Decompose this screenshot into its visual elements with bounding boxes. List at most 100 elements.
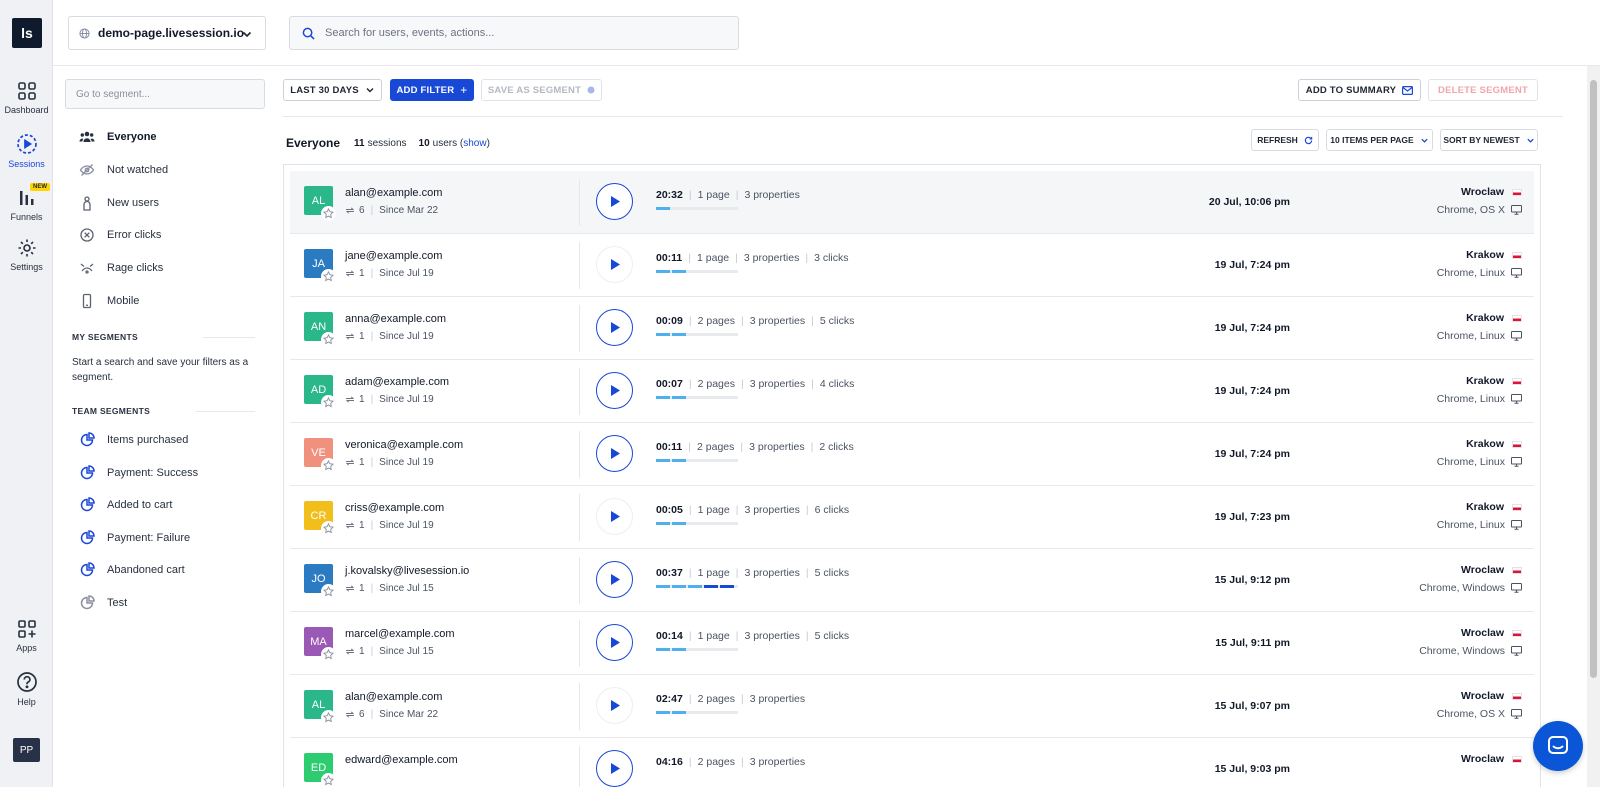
- play-session-button[interactable]: [596, 750, 633, 787]
- team-segment-abandoned-cart[interactable]: Abandoned cart: [79, 560, 185, 580]
- show-users-link[interactable]: show: [463, 138, 486, 149]
- session-properties[interactable]: 3 properties: [744, 252, 799, 264]
- segment-search-input[interactable]: [65, 79, 265, 109]
- search-input[interactable]: [325, 27, 725, 39]
- play-session-button[interactable]: [596, 435, 633, 472]
- add-to-summary-button[interactable]: ADD TO SUMMARY: [1298, 79, 1421, 101]
- play-session-button[interactable]: [596, 498, 633, 535]
- pipe-separator: |: [811, 315, 814, 327]
- session-row[interactable]: MA marcel@example.com 1 | Since Jul 15 00:14 |…: [290, 612, 1534, 675]
- segment-new-users[interactable]: New users: [79, 193, 159, 213]
- app-logo[interactable]: ls: [12, 18, 42, 48]
- user-email[interactable]: marcel@example.com: [345, 628, 455, 640]
- session-properties[interactable]: 3 properties: [744, 504, 799, 516]
- favorite-toggle[interactable]: [321, 395, 336, 410]
- session-properties[interactable]: 3 properties: [744, 567, 799, 579]
- rail-item-funnels[interactable]: NEW Funnels: [0, 183, 53, 222]
- session-properties[interactable]: 3 properties: [750, 756, 805, 768]
- session-row[interactable]: AD adam@example.com 1 | Since Jul 19 00:07 | 2 …: [290, 360, 1534, 423]
- segment-label: Payment: Success: [107, 467, 199, 479]
- favorite-toggle[interactable]: [321, 269, 336, 284]
- per-page-label: 10 ITEMS PER PAGE: [1330, 135, 1414, 145]
- play-session-button[interactable]: [596, 687, 633, 724]
- team-segment-payment-success[interactable]: Payment: Success: [79, 463, 198, 483]
- favorite-toggle[interactable]: [321, 710, 336, 725]
- pipe-separator: |: [740, 441, 744, 453]
- session-properties[interactable]: 3 properties: [750, 315, 805, 327]
- rail-item-sessions[interactable]: Sessions: [0, 133, 53, 169]
- add-filter-button[interactable]: ADD FILTER +: [390, 79, 474, 101]
- sort-label: SORT BY NEWEST: [1443, 135, 1520, 145]
- session-row[interactable]: CR criss@example.com 1 | Since Jul 19 00:05 | 1…: [290, 486, 1534, 549]
- user-email[interactable]: criss@example.com: [345, 502, 444, 514]
- session-clicks: 3 clicks: [814, 252, 849, 264]
- session-row[interactable]: JO j.kovalsky@livesession.io 1 | Since Jul 1…: [290, 549, 1534, 612]
- chat-launcher[interactable]: [1533, 721, 1583, 771]
- save-segment-button[interactable]: SAVE AS SEGMENT: [481, 79, 602, 101]
- site-selector[interactable]: demo-page.livesession.io: [68, 16, 266, 50]
- pipe-separator: |: [735, 567, 739, 579]
- segment-everyone[interactable]: Everyone: [79, 127, 157, 147]
- session-properties[interactable]: 3 properties: [744, 189, 799, 201]
- city-name: Wroclaw: [1461, 690, 1504, 702]
- team-segment-payment-failure[interactable]: Payment: Failure: [79, 528, 190, 548]
- rail-item-help[interactable]: Help: [0, 671, 53, 707]
- scrollbar[interactable]: [1587, 66, 1600, 787]
- session-row[interactable]: JA jane@example.com 1 | Since Jul 19 00:11 | 1 …: [290, 234, 1534, 297]
- user-email[interactable]: j.kovalsky@livesession.io: [345, 565, 469, 577]
- session-row[interactable]: AN anna@example.com 1 | Since Jul 19 00:09 | 2 …: [290, 297, 1534, 360]
- pipe-separator: |: [740, 315, 744, 327]
- play-session-button[interactable]: [596, 183, 633, 220]
- favorite-toggle[interactable]: [321, 647, 336, 662]
- favorite-toggle[interactable]: [321, 458, 336, 473]
- favorite-toggle[interactable]: [321, 584, 336, 599]
- user-email[interactable]: alan@example.com: [345, 187, 442, 199]
- refresh-button[interactable]: REFRESH: [1251, 129, 1319, 151]
- play-session-button[interactable]: [596, 624, 633, 661]
- rail-item-apps[interactable]: Apps: [0, 619, 53, 653]
- team-segment-test[interactable]: Test: [79, 593, 127, 613]
- session-properties[interactable]: 3 properties: [750, 693, 805, 705]
- favorite-toggle[interactable]: [321, 206, 336, 221]
- play-session-button[interactable]: [596, 309, 633, 346]
- session-properties[interactable]: 3 properties: [750, 378, 805, 390]
- favorite-toggle[interactable]: [321, 332, 336, 347]
- session-row[interactable]: ED edward@example.com 04:16 | 2 pages | 3 prop…: [290, 738, 1534, 787]
- play-icon: [610, 322, 620, 333]
- scrollbar-thumb[interactable]: [1590, 80, 1597, 678]
- user-email[interactable]: alan@example.com: [345, 691, 442, 703]
- error-icon: [80, 228, 94, 242]
- rail-item-dashboard[interactable]: Dashboard: [0, 81, 53, 115]
- user-email[interactable]: anna@example.com: [345, 313, 446, 325]
- play-session-button[interactable]: [596, 372, 633, 409]
- global-search[interactable]: [289, 16, 739, 50]
- favorite-toggle[interactable]: [321, 521, 336, 536]
- session-summary: 00:05 | 1 page | 3 properties | 6 clicks: [656, 504, 849, 516]
- user-email[interactable]: jane@example.com: [345, 250, 442, 262]
- sort-select[interactable]: SORT BY NEWEST: [1440, 129, 1538, 151]
- user-avatar[interactable]: PP: [13, 738, 40, 762]
- segment-error-clicks[interactable]: Error clicks: [79, 225, 161, 245]
- segment-not-watched[interactable]: Not watched: [79, 160, 168, 180]
- team-segment-items-purchased[interactable]: Items purchased: [79, 430, 188, 450]
- session-properties[interactable]: 3 properties: [744, 630, 799, 642]
- user-since: Since Jul 15: [379, 583, 434, 594]
- play-session-button[interactable]: [596, 561, 633, 598]
- visit-count: 1: [359, 394, 365, 405]
- user-email[interactable]: adam@example.com: [345, 376, 449, 388]
- segment-mobile[interactable]: Mobile: [79, 291, 139, 311]
- session-row[interactable]: VE veronica@example.com 1 | Since Jul 19 00:1…: [290, 423, 1534, 486]
- delete-segment-button[interactable]: DELETE SEGMENT: [1428, 79, 1538, 101]
- play-session-button[interactable]: [596, 246, 633, 283]
- rail-item-settings[interactable]: Settings: [0, 238, 53, 272]
- user-email[interactable]: veronica@example.com: [345, 439, 463, 451]
- session-properties[interactable]: 3 properties: [749, 441, 804, 453]
- session-row[interactable]: AL alan@example.com 6 | Since Mar 22 20:32 | 1 …: [290, 171, 1534, 234]
- session-row[interactable]: AL alan@example.com 6 | Since Mar 22 02:47 | 2 …: [290, 675, 1534, 738]
- favorite-toggle[interactable]: [321, 773, 336, 787]
- user-email[interactable]: edward@example.com: [345, 754, 458, 766]
- items-per-page-select[interactable]: 10 ITEMS PER PAGE: [1326, 129, 1433, 151]
- team-segment-added-to-cart[interactable]: Added to cart: [79, 495, 172, 515]
- date-range-select[interactable]: LAST 30 DAYS: [283, 79, 382, 101]
- segment-rage-clicks[interactable]: Rage clicks: [79, 258, 163, 278]
